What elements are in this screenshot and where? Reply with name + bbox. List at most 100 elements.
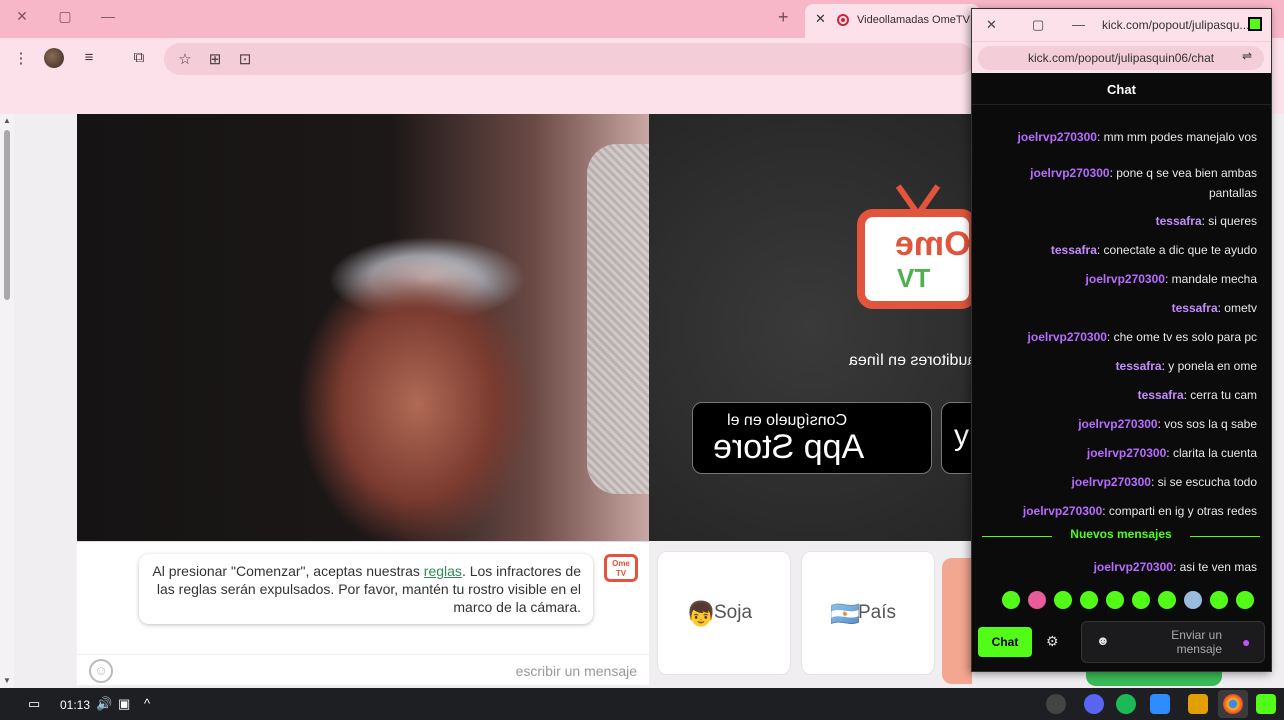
chat-username[interactable]: tessafra — [1138, 388, 1184, 402]
partner-video-area: Ome TV espectadores/auditores en línea C… — [649, 114, 1077, 541]
chevron-up-icon[interactable]: ^ — [144, 696, 150, 711]
recording-icon — [837, 14, 849, 26]
chat-username[interactable]: joelrvp270300 — [1094, 560, 1173, 574]
chat-username[interactable]: joelrvp270300 — [1078, 417, 1157, 431]
emote-bar — [1002, 591, 1262, 613]
scroll-up-icon[interactable]: ▲ — [3, 116, 11, 125]
address-bar[interactable]: ☆ ⊞ ⊡ — [164, 43, 974, 75]
emote-icon[interactable] — [1106, 591, 1124, 609]
kick-chat-popout-window: ✕ ▢ — kick.com/popout/julipasqu... kick.… — [971, 8, 1272, 672]
chat-message-input[interactable]: ☻ Enviar un mensaje ● — [1081, 621, 1265, 663]
rules-notice: Al presionar "Comenzar", aceptas nuestra… — [139, 554, 593, 624]
chat-username[interactable]: joelrvp270300 — [1023, 504, 1102, 518]
emote-icon[interactable] — [1158, 591, 1176, 609]
chat-username[interactable]: tessafra — [1156, 214, 1202, 228]
screen: ✕ ▢ — + ✕ Videollamadas OmeTV – A ⋮ ≡ ⧉ … — [0, 0, 1284, 720]
menu-dots-icon[interactable]: ⋮ — [10, 49, 32, 67]
emote-icon[interactable] — [1210, 591, 1228, 609]
emoji-icon[interactable]: ☺ — [89, 659, 113, 683]
chat-send-button[interactable]: Chat — [978, 627, 1032, 657]
ometv-logo: Ome TV — [857, 184, 977, 309]
extensions-icon[interactable]: ⧉ — [128, 49, 150, 66]
gender-button[interactable]: 👦 Soja — [657, 551, 791, 675]
plus-icon[interactable]: + — [778, 7, 789, 28]
volume-icon[interactable]: 🔊 — [96, 696, 112, 712]
country-button[interactable]: 🇦🇷 País — [801, 551, 935, 675]
chat-username[interactable]: joelrvp270300 — [1086, 272, 1165, 286]
scrollbar-thumb[interactable] — [4, 130, 10, 300]
chat-header: Chat — [972, 75, 1271, 105]
chat-username[interactable]: joelrvp270300 — [1072, 475, 1151, 489]
chat-text: : conectate a dic que te ayudo — [1096, 243, 1257, 257]
background-fan-image — [587, 144, 649, 494]
emote-icon[interactable] — [1028, 591, 1046, 609]
discord-icon[interactable] — [1084, 694, 1104, 714]
local-webcam-video — [77, 114, 649, 541]
emote-icon[interactable] — [1236, 591, 1254, 609]
minimize-popout-icon[interactable]: — — [1072, 17, 1085, 32]
microphone-icon[interactable]: ● — [1242, 634, 1250, 650]
maximize-window-icon[interactable]: ▢ — [55, 8, 75, 25]
chat-text: : ometv — [1217, 301, 1257, 315]
star-icon[interactable]: ☆ — [174, 50, 196, 68]
app-icon-4[interactable] — [1150, 694, 1170, 714]
kick-logo-icon — [1248, 17, 1262, 31]
chat-message: joelrvp270300: si se escucha todo — [987, 472, 1257, 492]
clock: 01:13 — [60, 698, 91, 712]
emote-icon[interactable] — [1184, 591, 1202, 609]
chrome-icon[interactable] — [1223, 694, 1243, 714]
chat-username[interactable]: joelrvp270300 — [1030, 166, 1109, 180]
translate-icon[interactable]: ⊞ — [204, 50, 226, 68]
app-store-badge[interactable]: Consíguelo en el App Store — [692, 402, 932, 474]
kick-icon[interactable] — [1256, 694, 1276, 714]
chat-text: : comparti en ig y otras redes — [1102, 504, 1257, 518]
emote-icon[interactable] — [1080, 591, 1098, 609]
maximize-popout-icon[interactable]: ▢ — [1032, 17, 1044, 33]
notification-icon[interactable]: ▭ — [28, 696, 40, 712]
new-messages-divider: Nuevos mensajes — [982, 527, 1260, 545]
chat-text: : asi te ven mas — [1172, 560, 1257, 574]
chat-message: joelrvp270300: comparti en ig y otras re… — [987, 501, 1257, 521]
minimize-window-icon[interactable]: — — [98, 8, 118, 24]
emote-icon[interactable] — [1132, 591, 1150, 609]
chat-text: : si queres — [1201, 214, 1257, 228]
tab-ometv[interactable]: ✕ Videollamadas OmeTV – A — [805, 4, 980, 38]
spotify-icon[interactable] — [1116, 694, 1136, 714]
argentina-flag-icon: 🇦🇷 — [830, 601, 860, 628]
reading-list-icon[interactable]: ≡ — [78, 49, 100, 66]
emote-icon[interactable] — [1054, 591, 1072, 609]
chat-input-row: Chat ⚙ ☻ Enviar un mensaje ● — [972, 617, 1271, 667]
close-popout-icon[interactable]: ✕ — [986, 17, 997, 33]
emote-icon[interactable] — [1002, 591, 1020, 609]
message-input[interactable]: ☺ escribir un mensaje — [77, 654, 649, 686]
person-icon: 👦 — [686, 601, 716, 628]
cast-icon[interactable]: ⊡ — [234, 50, 256, 68]
chat-message: tessafra: conectate a dic que te ayudo — [987, 240, 1257, 260]
chat-message: tessafra: ometv — [987, 298, 1257, 318]
chat-text: : cerra tu cam — [1183, 388, 1257, 402]
gear-icon[interactable]: ⚙ — [1046, 633, 1059, 650]
chat-text: : clarita la cuenta — [1166, 446, 1257, 460]
chat-message-list[interactable]: joelrvp270300: mm mm podes manejalo vos j… — [972, 105, 1271, 595]
scroll-down-icon[interactable]: ▼ — [3, 676, 11, 685]
chat-username[interactable]: joelrvp270300 — [1087, 446, 1166, 460]
page-scrollbar[interactable]: ▲ ▼ — [0, 114, 14, 688]
next-button[interactable] — [942, 558, 972, 684]
chat-text: : si se escucha todo — [1150, 475, 1257, 489]
rules-link[interactable]: reglas — [424, 563, 462, 579]
chat-username[interactable]: tessafra — [1116, 359, 1162, 373]
network-icon[interactable]: ▣ — [118, 696, 130, 712]
chat-message: joelrvp270300: mm mm podes manejalo vos — [987, 127, 1257, 147]
emoji-picker-icon[interactable]: ☻ — [1096, 633, 1110, 648]
ometv-avatar-icon: Ome TV — [604, 554, 638, 582]
chat-username[interactable]: tessafra — [1051, 243, 1097, 257]
chat-username[interactable]: joelrvp270300 — [1028, 330, 1107, 344]
close-tab-icon[interactable]: ✕ — [815, 11, 826, 27]
chat-username[interactable]: tessafra — [1172, 301, 1218, 315]
chat-username[interactable]: joelrvp270300 — [1018, 130, 1097, 144]
profile-avatar[interactable] — [44, 48, 64, 68]
site-settings-icon[interactable]: ⇌ — [1242, 49, 1252, 63]
app-icon-1[interactable] — [1046, 694, 1066, 714]
close-window-icon[interactable]: ✕ — [12, 8, 32, 25]
file-explorer-icon[interactable] — [1188, 694, 1208, 714]
